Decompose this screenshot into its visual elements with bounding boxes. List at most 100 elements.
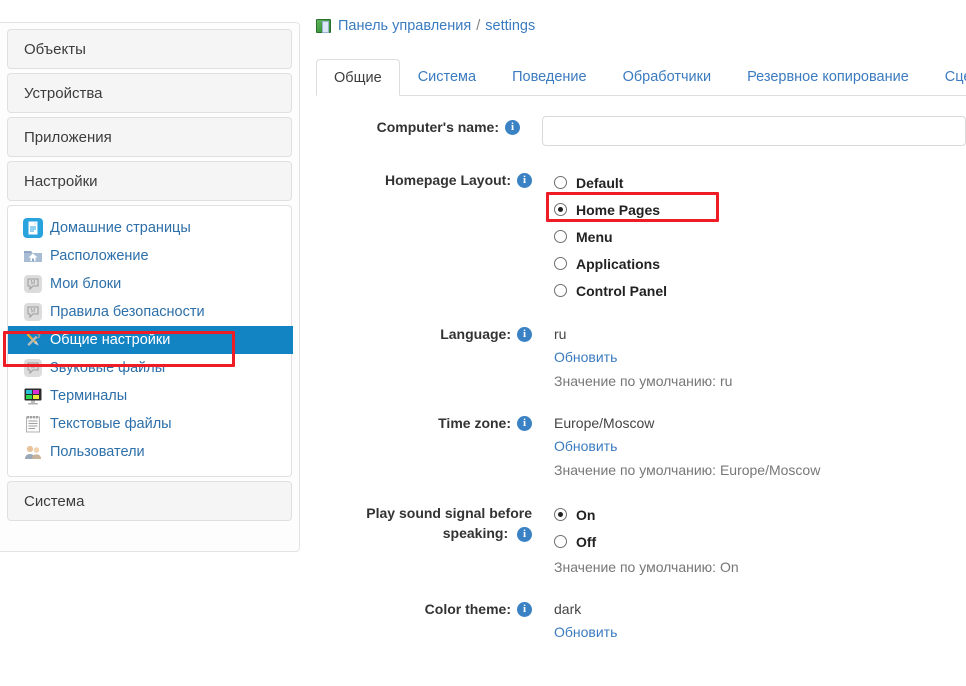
color-theme-value: dark (554, 598, 617, 620)
sidebar-item-label: Пользователи (50, 444, 145, 460)
sidebar-item-text-files[interactable]: Текстовые файлы (8, 410, 291, 438)
tab-label: Система (418, 69, 476, 85)
sidebar-item-location[interactable]: Расположение (8, 242, 291, 270)
block-icon: M (23, 274, 43, 294)
sidebar-item-home-pages[interactable]: Домашние страницы (8, 214, 291, 242)
settings-form: Computer's name: i Homepage Layout: i De… (316, 115, 966, 648)
sidebar-section-settings[interactable]: Настройки (7, 161, 292, 201)
radio-indicator (554, 535, 567, 548)
radio-option-home-pages[interactable]: Home Pages (554, 196, 673, 223)
sidebar-item-label: Мои блоки (50, 276, 121, 292)
language-label: Language: (440, 325, 511, 344)
radio-option-on[interactable]: On (554, 501, 739, 528)
sidebar-item-label: Правила безопасности (50, 304, 205, 320)
svg-text:M: M (31, 364, 36, 370)
control-panel-icon (316, 19, 331, 33)
tab-label: Обработчики (623, 69, 712, 85)
sidebar-section-label: Объекты (24, 41, 86, 58)
sidebar-section-devices[interactable]: Устройства (7, 73, 292, 113)
sidebar-section-label: Устройства (24, 85, 102, 102)
settings-page: Объекты Устройства Приложения Настройки (0, 0, 966, 686)
radio-label: Applications (576, 256, 660, 272)
info-icon[interactable]: i (517, 602, 532, 617)
sidebar-item-label: Звуковые файлы (50, 360, 165, 376)
sidebar-section-label: Приложения (24, 129, 112, 146)
sidebar-item-label: Текстовые файлы (50, 416, 172, 432)
sidebar-section-label: Настройки (24, 173, 98, 190)
tab-bar: Общие Система Поведение Обработчики Резе… (316, 58, 966, 96)
radio-indicator (554, 257, 567, 270)
sound-signal-radio-group: On Off Значение по умолчанию: On (554, 500, 739, 579)
sidebar-settings-panel: Домашние страницы Расположение (7, 205, 292, 477)
language-update-link[interactable]: Обновить (554, 345, 732, 369)
field-label: Language: i (316, 322, 532, 393)
info-icon[interactable]: i (505, 120, 520, 135)
sidebar-section-system[interactable]: Система (7, 481, 292, 521)
tab-label: Общие (334, 70, 382, 86)
computer-name-label: Computer's name: (377, 118, 499, 137)
sidebar-item-terminals[interactable]: Терминалы (8, 382, 291, 410)
info-icon[interactable]: i (517, 173, 532, 188)
radio-label: Control Panel (576, 283, 667, 299)
color-theme-label: Color theme: (425, 600, 511, 619)
main-content: Панель управления / settings Общие Систе… (316, 0, 966, 686)
tab-handlers[interactable]: Обработчики (605, 58, 730, 95)
computer-name-input[interactable] (542, 116, 966, 146)
tab-behavior[interactable]: Поведение (494, 58, 604, 95)
sidebar-item-my-blocks[interactable]: M Мои блоки (8, 270, 291, 298)
color-theme-update-link[interactable]: Обновить (554, 620, 617, 644)
folder-home-icon (23, 246, 43, 266)
tab-label: Поведение (512, 69, 586, 85)
time-zone-update-link[interactable]: Обновить (554, 434, 820, 458)
svg-text:M: M (31, 280, 36, 286)
radio-option-off[interactable]: Off (554, 528, 739, 555)
language-default-text: Значение по умолчанию: ru (554, 369, 732, 393)
sidebar-item-sound-files[interactable]: M Звуковые файлы (8, 354, 291, 382)
radio-indicator (554, 230, 567, 243)
breadcrumb-separator: / (476, 18, 480, 34)
tab-label: Сцены (945, 69, 966, 85)
radio-indicator (554, 176, 567, 189)
language-value: ru (554, 323, 732, 345)
breadcrumb-current[interactable]: settings (485, 18, 535, 34)
sound-signal-default-text: Значение по умолчанию: On (554, 555, 739, 579)
time-zone-value: Europe/Moscow (554, 412, 820, 434)
sidebar-section-applications[interactable]: Приложения (7, 117, 292, 157)
sidebar-item-label: Общие настройки (50, 332, 170, 348)
tab-scenes[interactable]: Сцены (927, 58, 966, 95)
info-icon[interactable]: i (517, 527, 532, 542)
info-icon[interactable]: i (517, 416, 532, 431)
notepad-icon (23, 414, 43, 434)
document-icon (23, 218, 43, 238)
sidebar-item-users[interactable]: Пользователи (8, 438, 291, 466)
monitor-icon (23, 386, 43, 406)
svg-text:M: M (31, 308, 36, 314)
field-label: Homepage Layout: i (316, 168, 532, 304)
sidebar-item-general-settings[interactable]: Общие настройки (8, 326, 293, 354)
sidebar-item-security-rules[interactable]: M Правила безопасности (8, 298, 291, 326)
radio-option-control-panel[interactable]: Control Panel (554, 277, 673, 304)
radio-label: On (576, 507, 595, 523)
radio-option-applications[interactable]: Applications (554, 250, 673, 277)
radio-label: Default (576, 175, 623, 191)
sidebar-item-label: Расположение (50, 248, 149, 264)
sidebar-section-objects[interactable]: Объекты (7, 29, 292, 69)
homepage-layout-label: Homepage Layout: (385, 171, 511, 190)
tab-backup[interactable]: Резервное копирование (729, 58, 927, 95)
radio-option-menu[interactable]: Menu (554, 223, 673, 250)
field-sound-signal: Play sound signal before speaking: i On … (316, 500, 966, 579)
radio-indicator (554, 508, 567, 521)
time-zone-default-text: Значение по умолчанию: Europe/Moscow (554, 458, 820, 482)
sound-signal-label: Play sound signal before speaking: (366, 505, 532, 541)
breadcrumb-root[interactable]: Панель управления (338, 18, 471, 34)
homepage-layout-radio-group: Default Home Pages Menu Applications (554, 168, 673, 304)
users-icon (23, 442, 43, 462)
field-color-theme: Color theme: i dark Обновить (316, 597, 966, 644)
sidebar-item-label: Терминалы (50, 388, 127, 404)
info-icon[interactable]: i (517, 327, 532, 342)
sidebar-section-label: Система (24, 493, 84, 510)
radio-option-default[interactable]: Default (554, 169, 673, 196)
tab-general[interactable]: Общие (316, 59, 400, 96)
field-time-zone: Time zone: i Europe/Moscow Обновить Знач… (316, 411, 966, 482)
tab-system[interactable]: Система (400, 58, 494, 95)
